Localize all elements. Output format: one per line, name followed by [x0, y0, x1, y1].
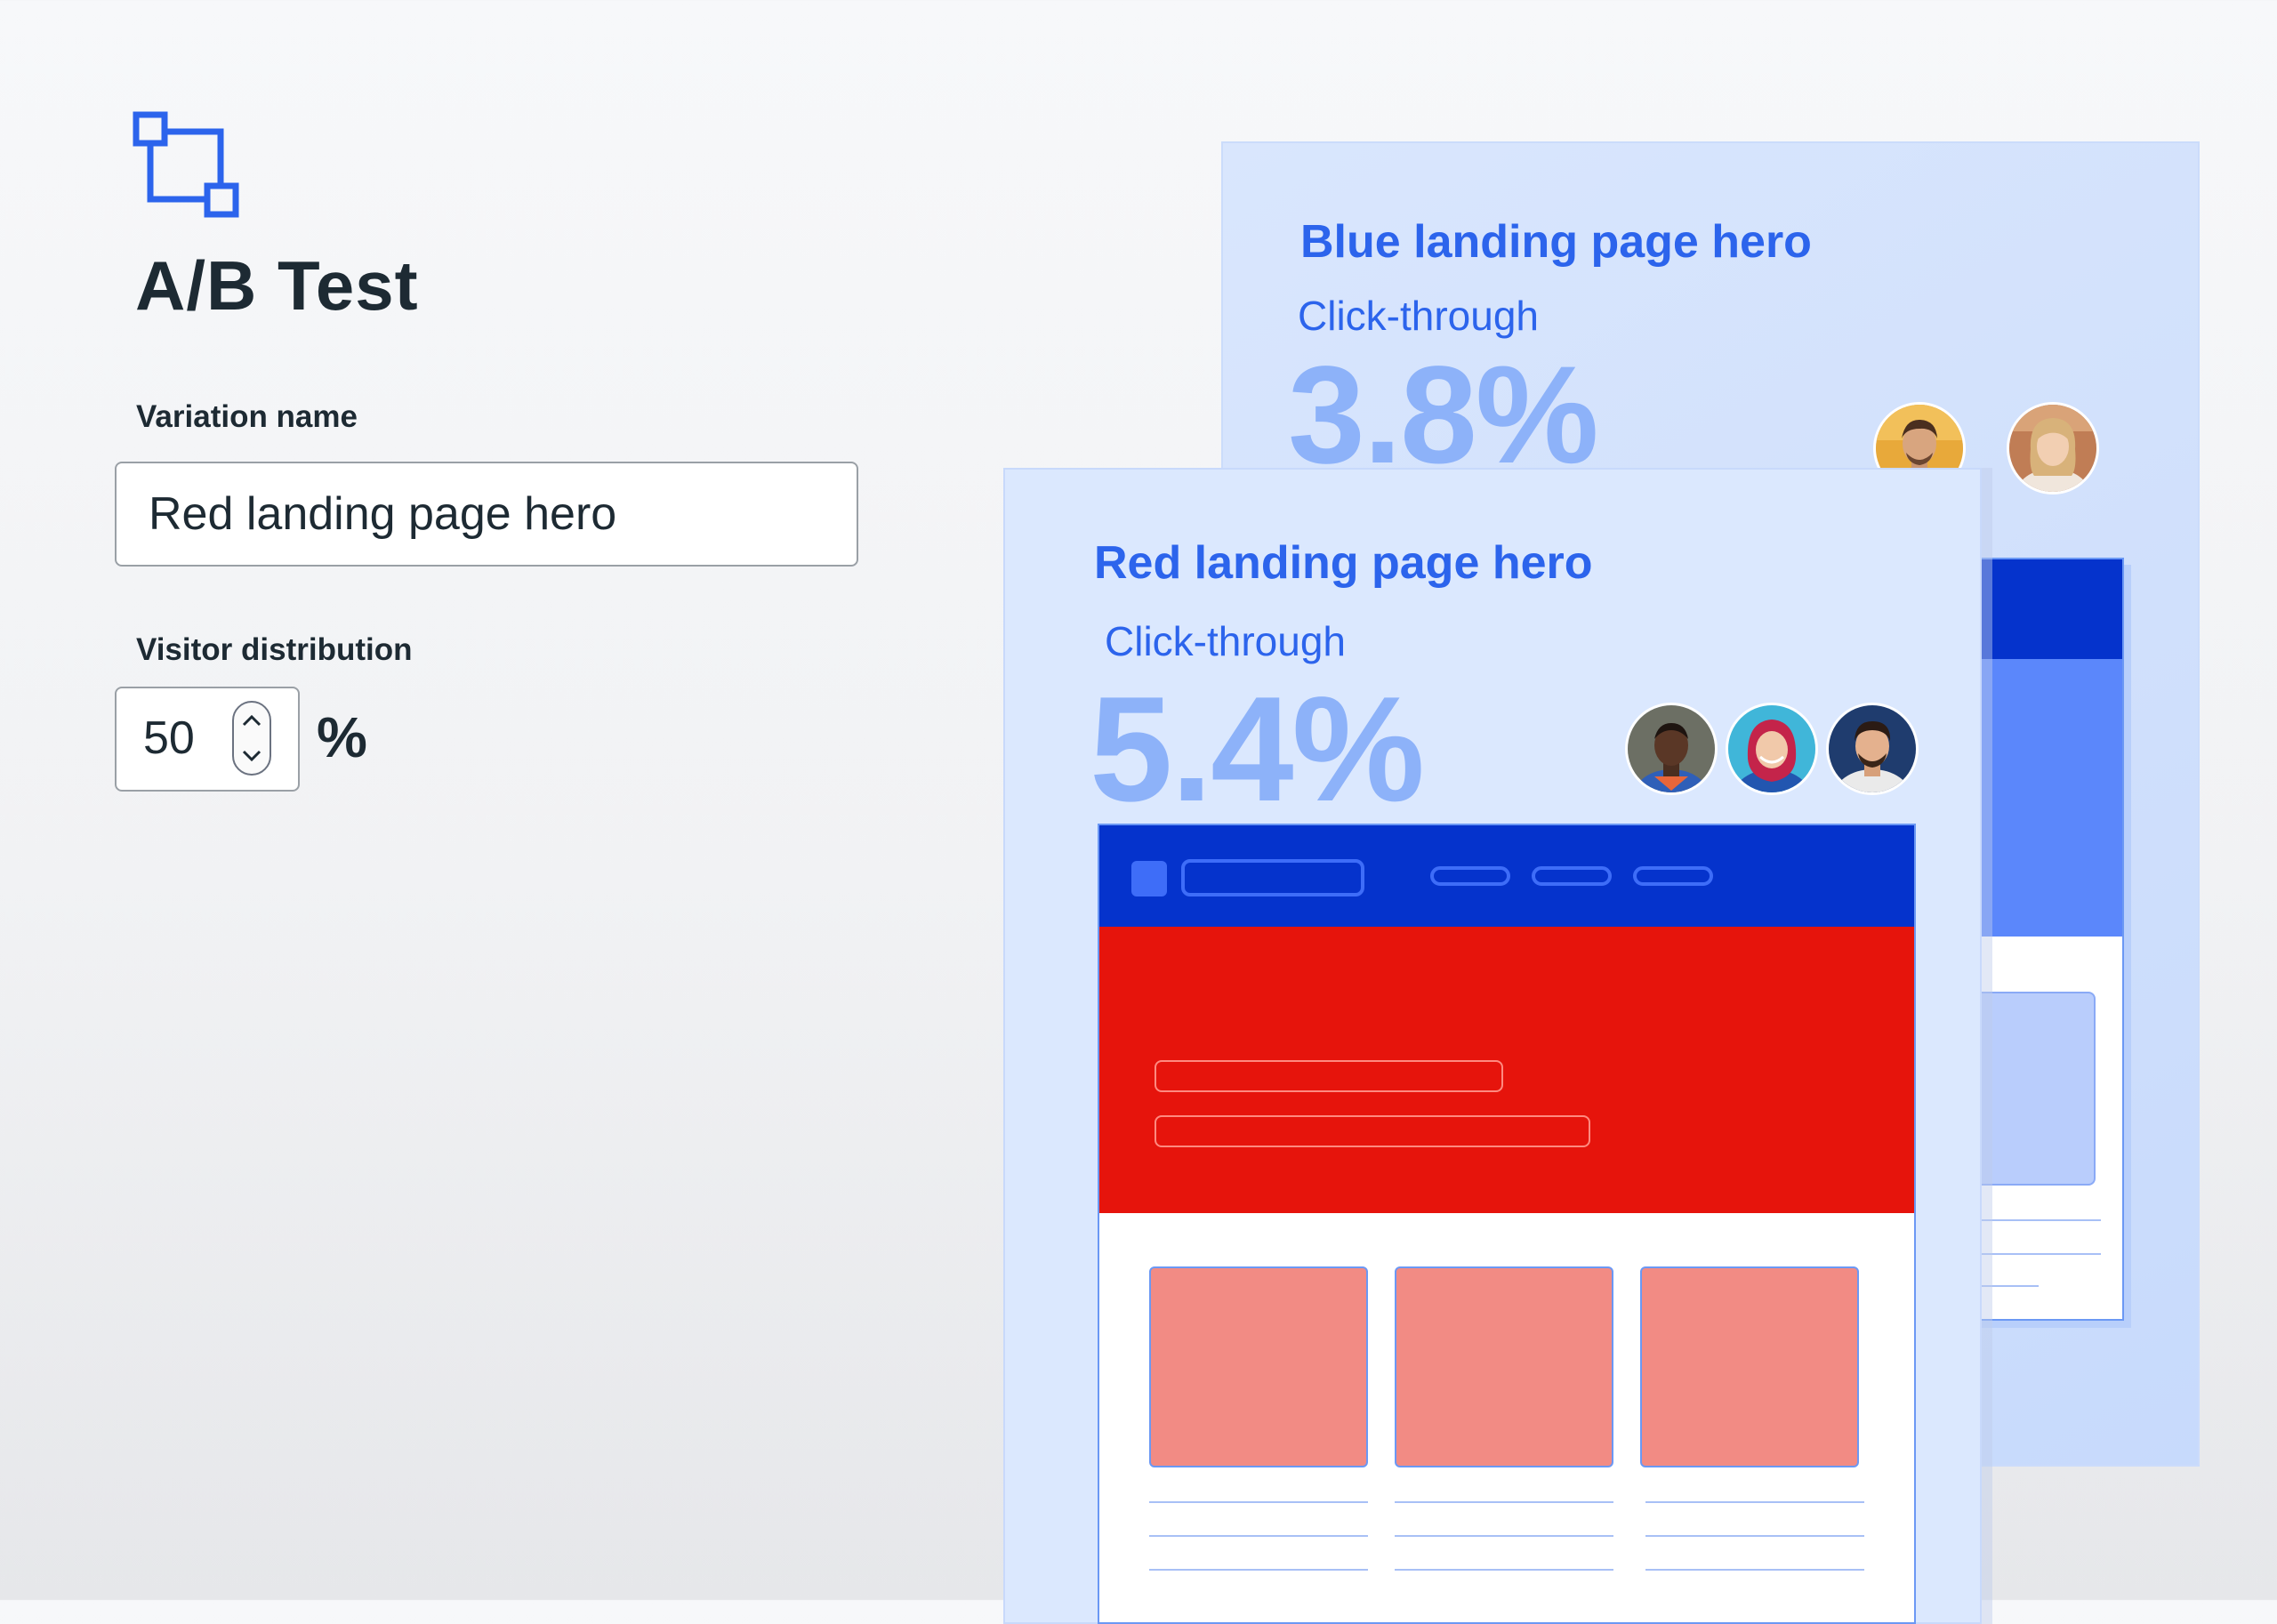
- ab-test-icon: [133, 111, 239, 218]
- page-title: A/B Test: [135, 246, 419, 325]
- mockup-text-line: [1149, 1501, 1368, 1503]
- stepper-down-button[interactable]: [234, 738, 270, 774]
- variation-title-red: Red landing page hero: [1094, 537, 1593, 589]
- mockup-text-line: [1395, 1569, 1613, 1571]
- variation-title-blue: Blue landing page hero: [1300, 216, 1812, 268]
- avatar: [1625, 703, 1718, 795]
- metric-value-red: 5.4%: [1090, 665, 1425, 832]
- visitor-distribution-label: Visitor distribution: [136, 632, 413, 667]
- visitor-distribution-value: 50: [143, 712, 195, 764]
- mockup-text-line: [1967, 1253, 2101, 1255]
- mockup-nav-link: [1633, 866, 1713, 886]
- variation-name-input[interactable]: [115, 462, 858, 567]
- distribution-stepper[interactable]: [232, 701, 271, 776]
- metric-label-red: Click-through: [1105, 618, 1346, 664]
- mockup-search-bar: [1181, 859, 1364, 896]
- avatar: [1826, 703, 1919, 795]
- mockup-text-line: [1149, 1535, 1368, 1537]
- percent-unit: %: [317, 705, 367, 769]
- mockup-text-line: [1149, 1569, 1368, 1571]
- mockup-hero-red: [1099, 927, 1914, 1213]
- mockup-text-line: [1645, 1569, 1864, 1571]
- mockup-product-tile: [1640, 1266, 1859, 1467]
- mockup-text-line: [1395, 1535, 1613, 1537]
- avatar: [2007, 402, 2099, 494]
- mockup-hero-headline: [1155, 1060, 1503, 1092]
- mockup-text-line: [1967, 1219, 2101, 1221]
- mockup-nav-bar: [1099, 825, 1914, 927]
- mockup-text-line: [1645, 1501, 1864, 1503]
- visitor-distribution-input[interactable]: 50: [115, 687, 300, 792]
- mockup-logo: [1131, 861, 1167, 896]
- chevron-up-icon: [242, 714, 261, 727]
- mockup-hero-subline: [1155, 1115, 1590, 1147]
- mockup-product-tile: [1395, 1266, 1613, 1467]
- mockup-nav-link: [1532, 866, 1612, 886]
- mockup-product-tile: [1149, 1266, 1368, 1467]
- red-page-mockup: [1098, 824, 1916, 1624]
- mockup-text-line: [1645, 1535, 1864, 1537]
- metric-label-blue: Click-through: [1298, 293, 1539, 339]
- stepper-up-button[interactable]: [234, 703, 270, 738]
- mockup-nav-link: [1430, 866, 1510, 886]
- chevron-down-icon: [242, 750, 261, 762]
- avatar: [1726, 703, 1818, 795]
- mockup-content-block: [1967, 992, 2096, 1186]
- mockup-text-line: [1395, 1501, 1613, 1503]
- variation-name-label: Variation name: [136, 399, 358, 434]
